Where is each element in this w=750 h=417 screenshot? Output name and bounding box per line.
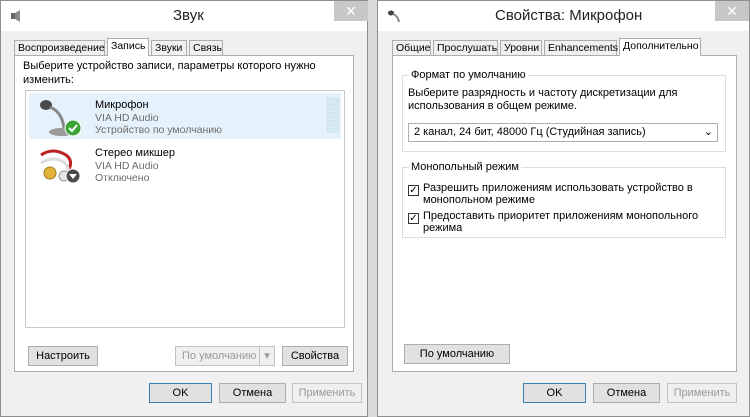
device-driver: VIA HD Audio	[95, 160, 159, 172]
exclusive-priority-checkbox[interactable]: ✓	[408, 213, 419, 224]
speaker-icon	[11, 10, 20, 22]
device-driver: VIA HD Audio	[95, 112, 159, 124]
format-select[interactable]: 2 канал, 24 бит, 48000 Гц (Студийная зап…	[408, 123, 718, 142]
cancel-button[interactable]: Отмена	[593, 383, 660, 403]
recording-panel: Выберите устройство записи, параметры ко…	[14, 55, 354, 372]
microphone-small-icon	[388, 10, 400, 23]
device-stereo-mixer[interactable]: Стерео микшер VIA HD Audio Отключено	[29, 141, 341, 187]
set-default-label: По умолчанию	[182, 350, 257, 362]
chevron-down-icon[interactable]: ▾	[259, 347, 274, 365]
default-format-description: Выберите разрядность и частоту дискретиз…	[408, 87, 678, 112]
exclusive-mode-group: Монопольный режим ✓ Разрешить приложения…	[402, 161, 726, 238]
props-titlebar[interactable]: Свойства: Микрофон ✕	[378, 1, 749, 31]
advanced-panel: Формат по умолчанию Выберите разрядность…	[392, 55, 737, 372]
sound-window-title: Звук	[173, 7, 204, 24]
apply-button[interactable]: Применить	[292, 383, 362, 403]
set-default-split-button[interactable]: По умолчанию ▾	[175, 346, 275, 366]
tab-advanced[interactable]: Дополнительно	[619, 38, 701, 56]
cancel-button[interactable]: Отмена	[219, 383, 286, 403]
allow-exclusive-checkbox[interactable]: ✓	[408, 185, 419, 196]
device-status: Устройство по умолчанию	[95, 124, 222, 136]
disabled-arrow-icon	[65, 168, 81, 184]
tab-enhancements[interactable]: Enhancements	[544, 40, 618, 55]
tab-listen[interactable]: Прослушать	[433, 40, 498, 55]
ok-button[interactable]: OK	[149, 383, 212, 403]
properties-button[interactable]: Свойства	[282, 346, 348, 366]
tab-sounds[interactable]: Звуки	[151, 40, 187, 55]
restore-defaults-button[interactable]: По умолчанию	[404, 344, 510, 364]
device-name: Стерео микшер	[95, 147, 175, 159]
microphone-properties-dialog: Свойства: Микрофон ✕ Общие Прослушать Ур…	[377, 0, 750, 417]
default-format-legend: Формат по умолчанию	[409, 69, 528, 81]
sound-titlebar[interactable]: Звук ✕	[1, 1, 368, 31]
props-close-button[interactable]: ✕	[715, 1, 749, 21]
props-window-title: Свойства: Микрофон	[495, 7, 643, 24]
tab-recording[interactable]: Запись	[107, 38, 149, 56]
sound-close-button[interactable]: ✕	[334, 1, 368, 21]
tab-general[interactable]: Общие	[392, 40, 431, 55]
exclusive-priority-label[interactable]: Предоставить приоритет приложениям моноп…	[423, 210, 708, 234]
level-meter-icon	[326, 97, 340, 133]
default-checkmark-icon	[64, 119, 82, 137]
tab-levels[interactable]: Уровни	[500, 40, 542, 55]
allow-exclusive-label[interactable]: Разрешить приложениям использовать устро…	[423, 182, 708, 206]
sound-dialog: Звук ✕ Воспроизведение Запись Звуки Связ…	[0, 0, 368, 417]
tab-playback[interactable]: Воспроизведение	[14, 40, 105, 55]
exclusive-mode-legend: Монопольный режим	[409, 161, 521, 173]
chevron-down-icon[interactable]: ⌄	[704, 125, 713, 138]
tab-communications[interactable]: Связь	[189, 40, 223, 55]
configure-button[interactable]: Настроить	[28, 346, 98, 366]
apply-button[interactable]: Применить	[667, 383, 737, 403]
recording-instruction: Выберите устройство записи, параметры ко…	[23, 60, 316, 86]
sound-tabs: Воспроизведение Запись Звуки Связь	[14, 38, 234, 56]
default-format-group: Формат по умолчанию Выберите разрядность…	[402, 69, 726, 152]
props-tabs: Общие Прослушать Уровни Enhancements Доп…	[392, 38, 732, 56]
device-list[interactable]: Микрофон VIA HD Audio Устройство по умол…	[25, 90, 345, 328]
format-selected-value: 2 канал, 24 бит, 48000 Гц (Студийная зап…	[414, 126, 646, 138]
ok-button[interactable]: OK	[523, 383, 586, 403]
device-name: Микрофон	[95, 99, 149, 111]
device-status: Отключено	[95, 172, 150, 184]
device-microphone[interactable]: Микрофон VIA HD Audio Устройство по умол…	[29, 93, 341, 139]
